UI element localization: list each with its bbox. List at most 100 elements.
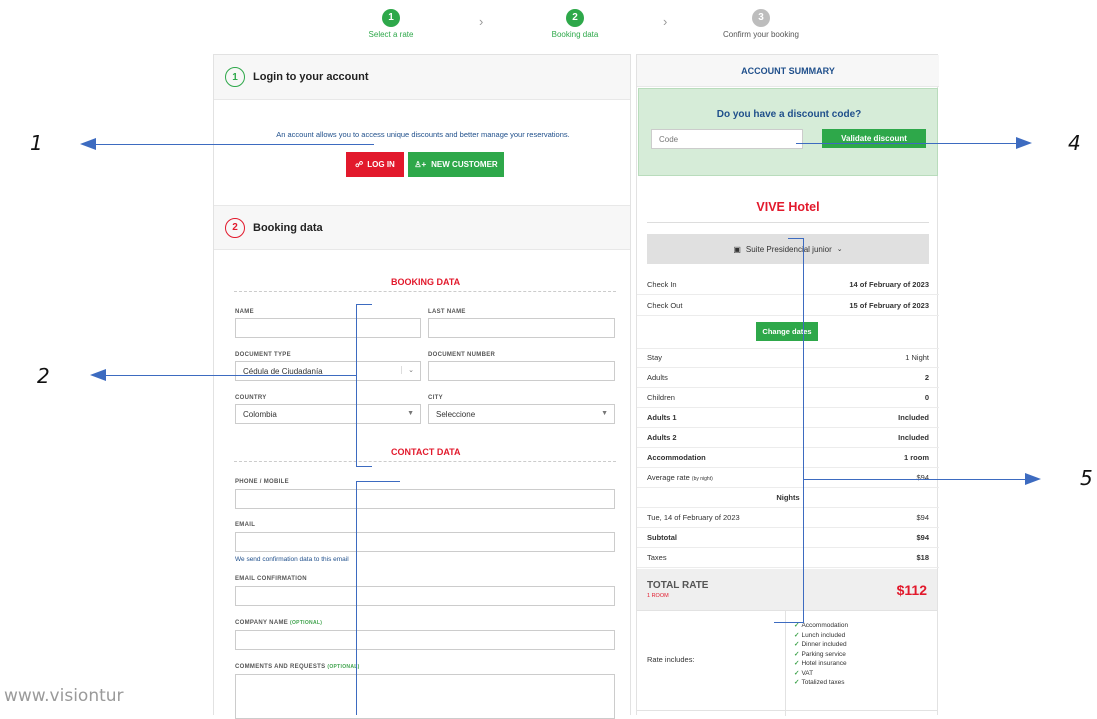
comments-label-text: COMMENTS AND REQUESTS bbox=[235, 664, 326, 670]
validate-discount-button[interactable]: Validate discount bbox=[822, 129, 926, 148]
callout-line bbox=[106, 375, 356, 376]
new-customer-button[interactable]: ♙+ NEW CUSTOMER bbox=[408, 152, 504, 177]
country-label: COUNTRY bbox=[235, 395, 267, 401]
row-value: Included bbox=[898, 413, 929, 422]
callout-line bbox=[96, 144, 374, 145]
discount-code-input[interactable]: Code bbox=[651, 129, 803, 149]
row-label: Adults 2 bbox=[647, 433, 677, 442]
email-confirm-input[interactable] bbox=[235, 586, 615, 606]
taxes-row: Taxes $18 bbox=[637, 548, 939, 568]
login-title: Login to your account bbox=[253, 71, 369, 83]
watermark: www.visiontur bbox=[4, 686, 124, 706]
docnum-label: DOCUMENT NUMBER bbox=[428, 352, 496, 358]
company-label-text: COMPANY NAME bbox=[235, 620, 289, 626]
average-rate-row: Average rate (by night) $94 bbox=[637, 468, 939, 488]
step-select-rate[interactable]: 1 Select a rate bbox=[341, 9, 441, 39]
login-button-label: LOG IN bbox=[367, 160, 395, 169]
section-number: 2 bbox=[225, 217, 245, 238]
name-input[interactable] bbox=[235, 318, 421, 338]
phone-input[interactable] bbox=[235, 489, 615, 509]
chevron-right-icon: › bbox=[479, 14, 484, 29]
check-icon: ✓ bbox=[794, 650, 800, 658]
booking-form-panel: 1 Login to your account An account allow… bbox=[213, 54, 631, 719]
subtotal-row: Subtotal $94 bbox=[637, 528, 939, 548]
company-input[interactable] bbox=[235, 630, 615, 650]
callout-bracket bbox=[803, 238, 804, 622]
step-number: 1 bbox=[382, 9, 400, 27]
divider bbox=[234, 461, 616, 462]
email-input[interactable] bbox=[235, 532, 615, 552]
country-select[interactable]: Colombia ▼ bbox=[235, 404, 421, 424]
country-value: Colombia bbox=[243, 409, 277, 419]
docnum-input[interactable] bbox=[428, 361, 615, 381]
doctype-select[interactable]: Cédula de Ciudadanía ⌄ bbox=[235, 361, 421, 381]
rate-includes-list: ✓ Accommodation ✓ Lunch included ✓ Dinner i… bbox=[794, 621, 848, 688]
name-label: NAME bbox=[235, 309, 254, 315]
step-confirm[interactable]: 3 Confirm your booking bbox=[711, 9, 811, 39]
arrow-right-icon bbox=[1025, 473, 1041, 485]
callout-line bbox=[788, 238, 804, 239]
row-value: $94 bbox=[916, 533, 929, 542]
row-value: $94 bbox=[916, 513, 929, 522]
arrow-right-icon bbox=[1016, 137, 1032, 149]
comments-textarea[interactable] bbox=[235, 674, 615, 719]
include-item: ✓ Parking service bbox=[794, 650, 848, 660]
email-confirm-label: EMAIL CONFIRMATION bbox=[235, 576, 307, 582]
account-summary-panel: ACCOUNT SUMMARY Do you have a discount c… bbox=[636, 54, 939, 716]
divider bbox=[637, 710, 937, 711]
callout-bracket bbox=[356, 304, 357, 466]
login-button[interactable]: ☍ LOG IN bbox=[346, 152, 404, 177]
row-label: Subtotal bbox=[647, 533, 677, 542]
divider bbox=[647, 222, 929, 223]
check-icon: ✓ bbox=[794, 622, 800, 629]
step-number: 3 bbox=[752, 9, 770, 27]
check-icon: ✓ bbox=[794, 631, 800, 639]
row-value: 0 bbox=[924, 393, 929, 402]
check-icon: ✓ bbox=[794, 679, 800, 686]
comments-label: COMMENTS AND REQUESTS (OPTIONAL) bbox=[235, 664, 360, 670]
include-text: VAT bbox=[801, 669, 814, 677]
chevron-down-icon: ⌄ bbox=[401, 366, 414, 374]
room-name: Suite Presidencial junior bbox=[745, 244, 832, 254]
total-rooms: 1 ROOM bbox=[647, 593, 669, 599]
step-booking-data[interactable]: 2 Booking data bbox=[525, 9, 625, 39]
lastname-input[interactable] bbox=[428, 318, 615, 338]
callout-line bbox=[356, 481, 400, 482]
divider bbox=[234, 291, 616, 292]
booking-title: Booking data bbox=[253, 221, 323, 234]
step-label: Booking data bbox=[551, 30, 599, 39]
avg-rate-label: Average rate bbox=[647, 473, 690, 482]
row-label: Stay bbox=[647, 353, 663, 362]
check-icon: ✓ bbox=[794, 669, 800, 677]
callout-line bbox=[774, 622, 804, 623]
step-number: 2 bbox=[566, 9, 584, 27]
doctype-label: DOCUMENT TYPE bbox=[235, 352, 291, 358]
contact-data-heading: CONTACT DATA bbox=[391, 447, 461, 457]
lock-icon: ☍ bbox=[355, 160, 364, 169]
bed-icon: ▣ bbox=[733, 244, 741, 254]
include-text: Totalized taxes bbox=[801, 679, 845, 686]
change-dates-button[interactable]: Change dates bbox=[756, 322, 818, 341]
caret-down-icon: ▼ bbox=[407, 410, 414, 417]
login-section-header: 1 Login to your account bbox=[214, 55, 630, 100]
include-text: Accommodation bbox=[801, 622, 849, 629]
callout-number: 5 bbox=[1080, 466, 1093, 490]
city-select[interactable]: Seleccione ▼ bbox=[428, 404, 615, 424]
callout-line bbox=[356, 304, 372, 305]
email-label: EMAIL bbox=[235, 522, 256, 528]
arrow-left-icon bbox=[80, 138, 96, 150]
caret-down-icon: ▼ bbox=[601, 410, 608, 417]
row-label: Adults 1 bbox=[647, 413, 677, 422]
include-item: ✓ Hotel insurance bbox=[794, 659, 848, 669]
company-label: COMPANY NAME (OPTIONAL) bbox=[235, 620, 322, 626]
row-label: Adults bbox=[647, 373, 668, 382]
city-value: Seleccione bbox=[436, 409, 476, 419]
summary-row: Stay 1 Night bbox=[637, 348, 939, 368]
chevron-right-icon: › bbox=[663, 14, 668, 29]
row-label: Taxes bbox=[647, 553, 667, 562]
nights-heading: Nights bbox=[637, 488, 939, 508]
include-text: Hotel insurance bbox=[801, 660, 847, 667]
checkin-label: Check In bbox=[647, 280, 677, 289]
avg-rate-note: (by night) bbox=[691, 476, 713, 482]
callout-number: 1 bbox=[30, 131, 43, 155]
